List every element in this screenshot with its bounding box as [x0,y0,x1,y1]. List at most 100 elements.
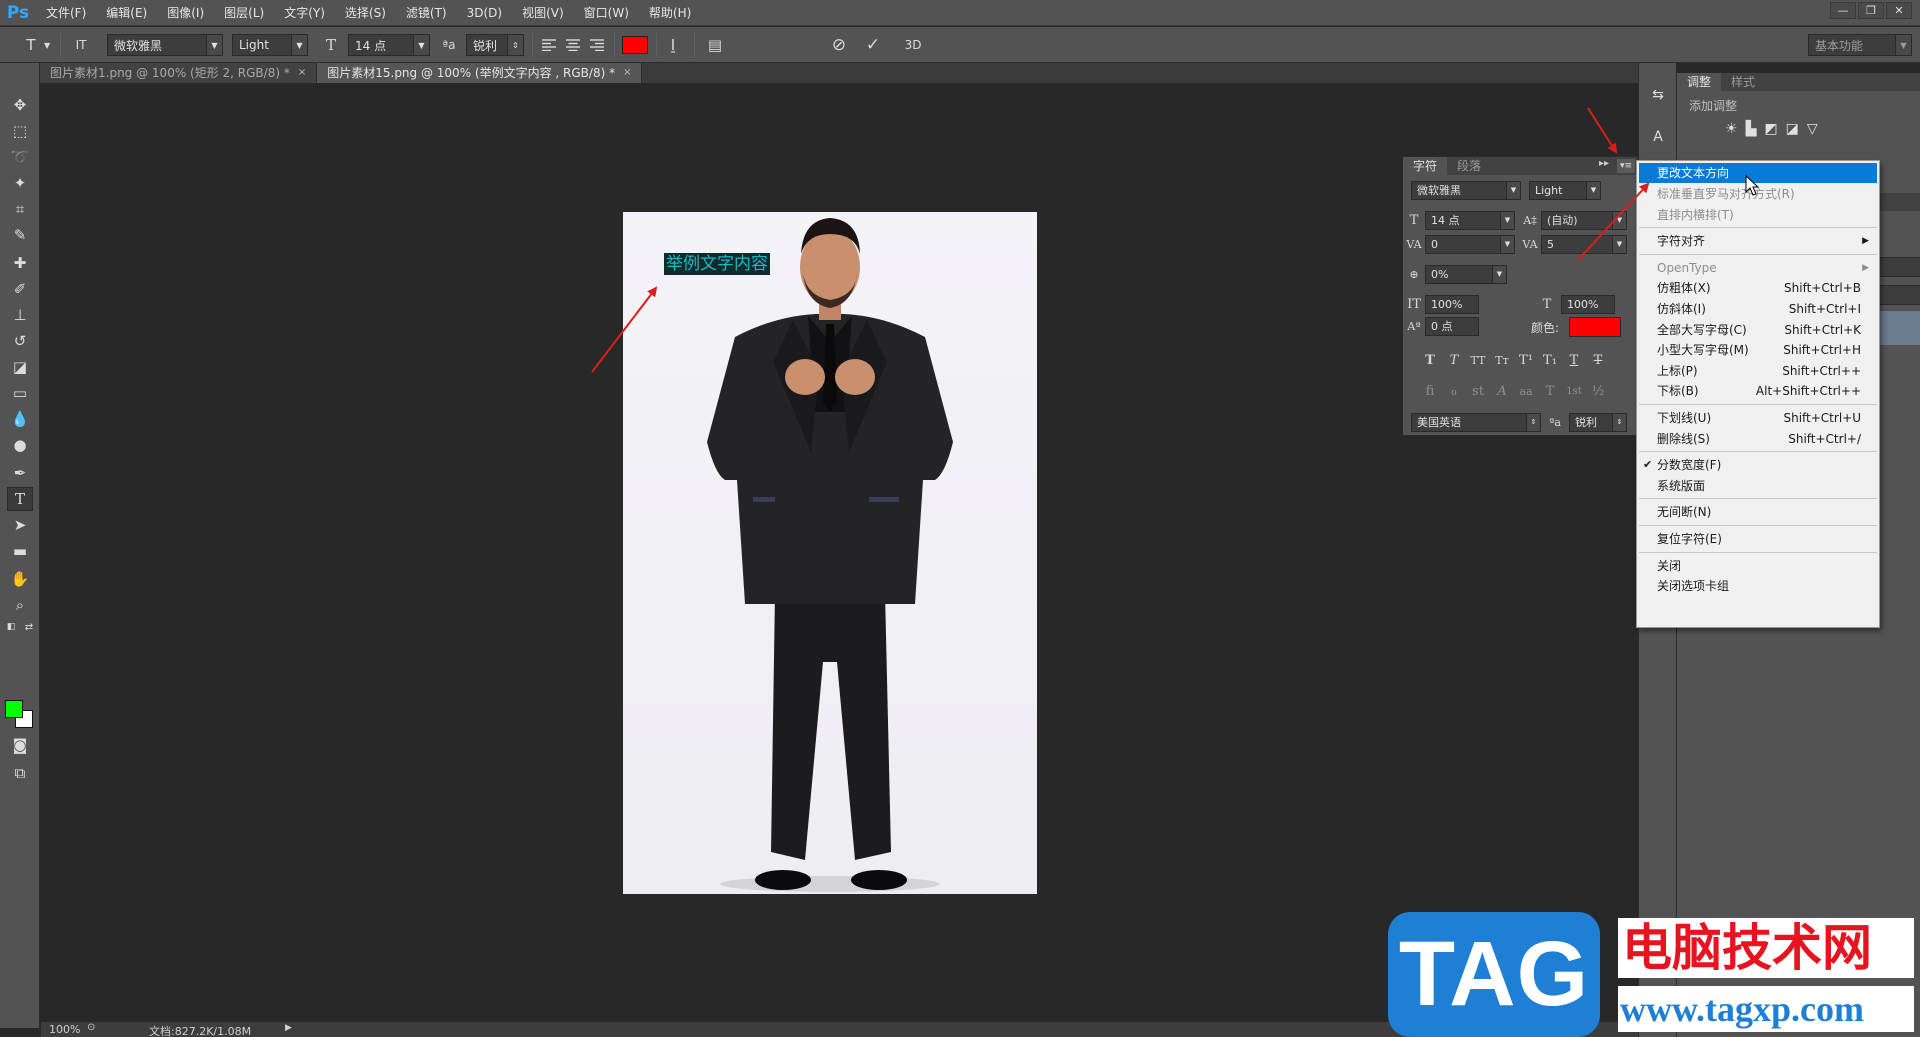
opacity-field[interactable] [1877,257,1920,277]
play-icon[interactable]: ▶ [285,1023,292,1033]
tab-styles[interactable]: 样式 [1721,73,1765,91]
strikethrough-button[interactable]: T [1587,350,1609,370]
menu-layer[interactable]: 图层(L) [214,0,274,26]
menu-edit[interactable]: 编辑(E) [96,0,157,26]
font-size-select[interactable]: 14 点 ▼ [348,34,430,56]
history-panel-icon[interactable]: ⇆ [1645,83,1671,107]
levels-icon[interactable]: ▙ [1746,121,1757,137]
swap-colors-icon[interactable]: ⇄ [21,619,37,635]
move-tool-icon[interactable]: ✥ [7,93,33,117]
menu-item-3[interactable]: 字符对齐 ▶ [1639,231,1877,251]
underline-button[interactable]: T [1563,350,1585,370]
menu-item-12[interactable]: 删除线(S) Shift+Ctrl+/ [1639,429,1877,449]
menu-select[interactable]: 选择(S) [335,0,396,26]
character-panel-toggle-icon[interactable]: ▤ [704,34,726,56]
menu-item-4[interactable]: OpenType ▶ [1639,258,1877,278]
small-caps-button[interactable]: Tт [1491,350,1513,370]
brightness-icon[interactable]: ☀ [1725,121,1738,137]
panel-menu-icon[interactable]: ▾≡ [1617,159,1635,173]
foreground-color-swatch[interactable] [5,700,23,718]
stylistic-alternates-button[interactable]: aa [1515,381,1537,401]
char-size-field[interactable]: 14 点 ▼ [1425,211,1515,230]
menu-type[interactable]: 文字(Y) [274,0,335,26]
fill-field[interactable] [1877,285,1920,305]
subscript-button[interactable]: T₁ [1539,350,1561,370]
char-font-style-select[interactable]: Light ▼ [1529,181,1601,200]
menu-item-8[interactable]: 小型大写字母(M) Shift+Ctrl+H [1639,340,1877,360]
titling-alternates-button[interactable]: T [1539,381,1561,401]
magic-wand-tool-icon[interactable]: ✦ [7,171,33,195]
menu-item-17[interactable]: 关闭 [1639,556,1877,576]
gradient-map-icon[interactable]: ▽ [1807,121,1818,137]
text-layer-selection[interactable]: 举例文字内容 [664,253,770,275]
menu-item-14[interactable]: 系统版面 [1639,476,1877,496]
document-canvas[interactable]: 举例文字内容 [623,212,1037,894]
default-colors-icon[interactable]: ◧ [3,619,19,635]
horizontal-scale-field[interactable]: 100% [1561,295,1615,314]
font-style-select[interactable]: Light ▼ [232,34,308,56]
pen-tool-icon[interactable]: ✒ [7,461,33,485]
zoom-level[interactable]: 100% [49,1023,80,1036]
char-antialias-select[interactable]: 锐利 ⇕ [1569,413,1627,432]
close-icon[interactable]: × [298,63,306,83]
baseline-shift-field[interactable]: 0 点 [1425,317,1479,336]
character-panel-icon[interactable]: A [1645,125,1671,149]
contextual-alternates-button[interactable]: ℴ [1443,381,1465,401]
font-family-select[interactable]: 微软雅黑 ▼ [107,34,223,56]
swash-button[interactable]: A [1491,381,1513,401]
tsume-field[interactable]: 0% ▼ [1425,265,1507,284]
curves-icon[interactable]: ◩ [1764,121,1777,137]
menu-item-7[interactable]: 全部大写字母(C) Shift+Ctrl+K [1639,320,1877,340]
char-color-swatch[interactable] [1569,317,1621,337]
menu-item-10[interactable]: 下标(B) Alt+Shift+Ctrl++ [1639,381,1877,401]
align-center-icon[interactable] [562,34,584,56]
discretionary-ligatures-button[interactable]: st [1467,381,1489,401]
menu-help[interactable]: 帮助(H) [639,0,701,26]
antialias-select[interactable]: 锐利 ⇕ [466,34,524,56]
rectangle-tool-icon[interactable]: ▬ [7,539,33,563]
menu-item-2[interactable]: 直排内横排(T) [1639,205,1877,225]
restore-button[interactable]: ❐ [1858,2,1884,19]
menu-item-9[interactable]: 上标(P) Shift+Ctrl++ [1639,361,1877,381]
menu-image[interactable]: 图像(I) [157,0,214,26]
status-options-icon[interactable]: ⊙ [87,1022,95,1033]
type-tool-preset-icon[interactable]: T [20,34,42,56]
menu-window[interactable]: 窗口(W) [574,0,639,26]
quick-mask-icon[interactable]: ◙ [7,733,33,757]
blur-tool-icon[interactable]: 💧 [7,407,33,431]
char-font-family-select[interactable]: 微软雅黑 ▼ [1411,181,1521,200]
menu-file[interactable]: 文件(F) [36,0,96,26]
menu-view[interactable]: 视图(V) [512,0,574,26]
menu-item-18[interactable]: 关闭选项卡组 [1639,576,1877,596]
faux-bold-button[interactable]: T [1419,350,1441,370]
fractions-button[interactable]: ½ [1587,381,1609,401]
gradient-tool-icon[interactable]: ▭ [7,381,33,405]
eyedropper-tool-icon[interactable]: ✎ [7,223,33,247]
warp-text-icon[interactable]: I̱ [662,34,684,56]
menu-item-16[interactable]: 复位字符(E) [1639,529,1877,549]
menu-3d[interactable]: 3D(D) [457,0,512,26]
zoom-tool-icon[interactable]: ⌕ [7,593,33,617]
menu-item-1[interactable]: 标准垂直罗马对齐方式(R) [1639,184,1877,204]
tracking-field[interactable]: 5 ▼ [1541,235,1627,254]
workspace-select[interactable]: 基本功能 ▼ [1808,34,1912,56]
align-right-icon[interactable] [586,34,608,56]
tab-document-1[interactable]: 图片素材1.png @ 100% (矩形 2, RGB/8) * × [40,63,318,83]
menu-item-15[interactable]: 无间断(N) [1639,502,1877,522]
leading-field[interactable]: (自动) ▼ [1541,211,1627,230]
kerning-field[interactable]: 0 ▼ [1425,235,1515,254]
menu-item-0[interactable]: 更改文本方向 [1639,163,1877,183]
ligatures-button[interactable]: fi [1419,381,1441,401]
all-caps-button[interactable]: TT [1467,350,1489,370]
tab-paragraph[interactable]: 段落 [1447,157,1491,175]
text-color-swatch[interactable] [622,36,648,54]
chevron-down-icon[interactable]: ▼ [44,34,50,56]
vertical-scale-field[interactable]: 100% [1425,295,1479,314]
3d-button[interactable]: 3D [900,34,926,56]
dodge-tool-icon[interactable]: ● [7,433,33,457]
collapse-icon[interactable]: ▸▸ [1599,158,1609,169]
clone-stamp-tool-icon[interactable]: ⊥ [7,303,33,327]
menu-item-13[interactable]: 分数宽度(F) ✔ [1639,455,1877,475]
hand-tool-icon[interactable]: ✋ [7,567,33,591]
text-orientation-icon[interactable]: IT [70,34,92,56]
